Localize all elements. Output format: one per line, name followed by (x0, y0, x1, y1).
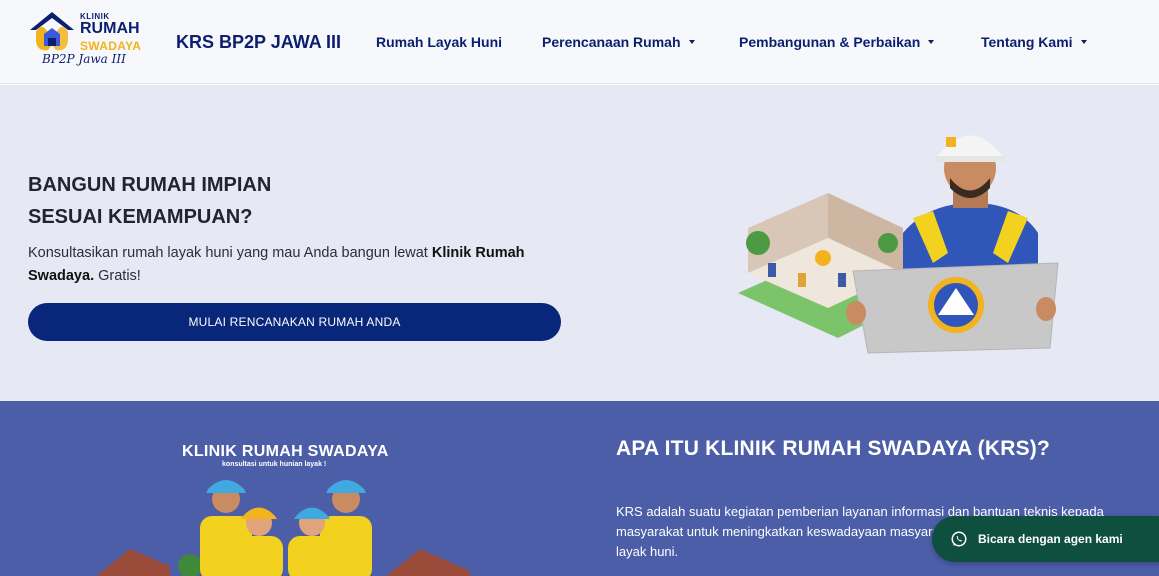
hero-text-start: Konsultasikan rumah layak huni yang mau … (28, 245, 432, 261)
hero-title-line2: SESUAI KEMAMPUAN? (28, 206, 253, 228)
nav-pembangunan-perbaikan[interactable]: Pembangunan & Perbaikan (739, 34, 935, 50)
logo-swadaya-text: SWADAYA (80, 39, 142, 53)
whatsapp-icon (951, 531, 967, 547)
nav-tentang-kami[interactable]: Tentang Kami (981, 34, 1087, 50)
brand-title[interactable]: KRS BP2P JAWA III (176, 32, 341, 53)
chat-button-label: Bicara dengan agen kami (978, 532, 1123, 546)
illustration-title: KLINIK RUMAH SWADAYA (182, 443, 389, 460)
about-title: APA ITU KLINIK RUMAH SWADAYA (KRS)? (616, 437, 1051, 460)
nav-label: Rumah Layak Huni (376, 34, 503, 50)
nav-label: Tentang Kami (981, 34, 1073, 50)
caret-down-icon (928, 40, 935, 44)
caret-down-icon (688, 40, 695, 44)
logo-bp2p-text: BP2P Jawa III (42, 52, 126, 66)
hero-text-end: Gratis! (94, 268, 141, 284)
krs-logo[interactable]: KLINIK RUMAH SWADAYA BP2P Jawa III (28, 6, 158, 70)
caret-down-icon (1080, 40, 1087, 44)
hero-description: Konsultasikan rumah layak huni yang mau … (28, 242, 548, 288)
logo-rumah-text: RUMAH (80, 20, 140, 37)
illustration-subtitle: konsultasi untuk hunian layak ! (222, 461, 327, 468)
nav-perencanaan-rumah[interactable]: Perencanaan Rumah (542, 34, 695, 50)
chat-agent-button[interactable]: Bicara dengan agen kami (932, 516, 1159, 562)
nav-label: Perencanaan Rumah (542, 34, 681, 50)
hero-title-line1: BANGUN RUMAH IMPIAN (28, 174, 272, 196)
hero-title: BANGUN RUMAH IMPIAN SESUAI KEMAMPUAN? (28, 169, 488, 233)
nav-label: Pembangunan & Perbaikan (739, 34, 921, 50)
engineer-house-model-illustration (738, 135, 1059, 354)
start-planning-button[interactable]: MULAI RENCANAKAN RUMAH ANDA (28, 303, 561, 341)
nav-rumah-layak-huni[interactable]: Rumah Layak Huni (376, 34, 502, 50)
workers-team-illustration (96, 480, 470, 576)
top-navbar: KLINIK RUMAH SWADAYA BP2P Jawa III KRS B… (0, 0, 1159, 84)
hero-section: BANGUN RUMAH IMPIAN SESUAI KEMAMPUAN? Ko… (0, 85, 1159, 401)
